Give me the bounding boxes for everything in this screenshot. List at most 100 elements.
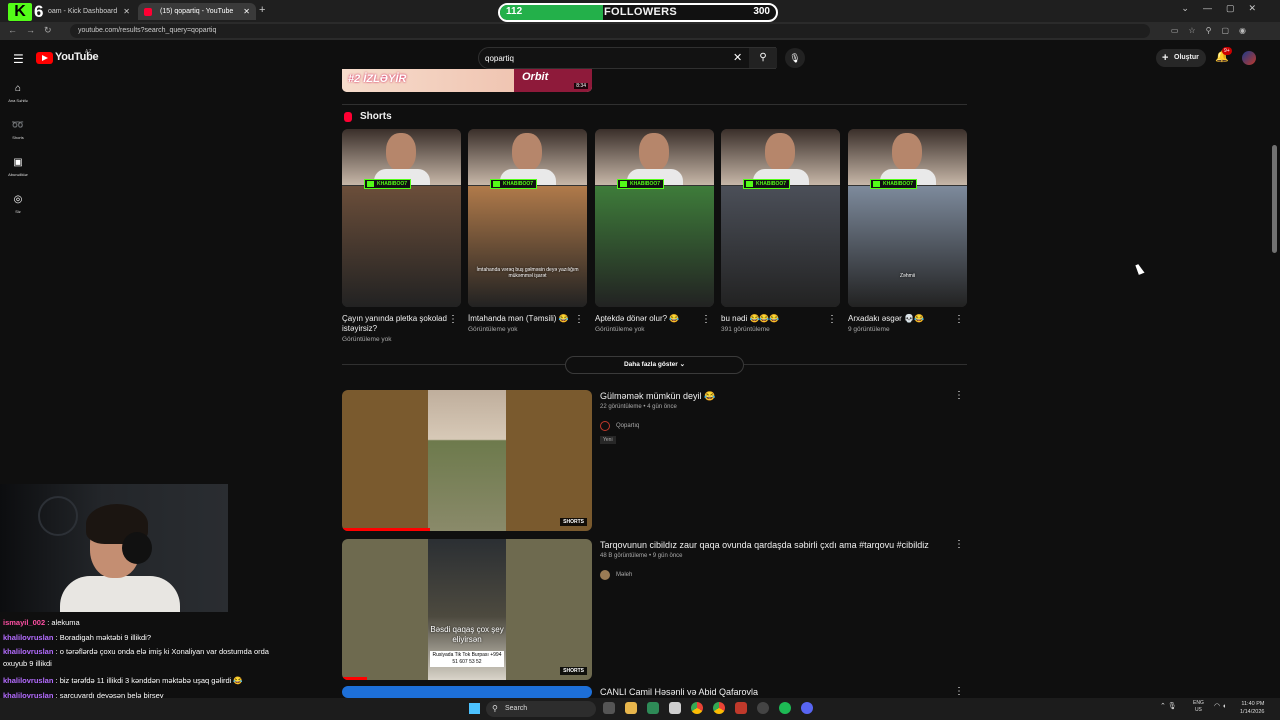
url-field[interactable]: youtube.com/results?search_query=qoparti…: [70, 24, 1150, 38]
tab-youtube[interactable]: (15) qopartiq - YouTube ✕: [138, 3, 256, 20]
show-more-label: Daha fazla göster: [623, 361, 678, 368]
channel-name: Məleh: [616, 572, 633, 578]
more-options-icon[interactable]: ⋮: [954, 686, 964, 697]
promo-box: Rusiyada Tik Tok Burpası +994 51 607 53 …: [430, 651, 504, 667]
channel-avatar: [600, 421, 610, 431]
clock-date: 1/14/2026: [1240, 709, 1265, 715]
short-scene: [595, 186, 714, 307]
more-options-icon[interactable]: ⋮: [954, 390, 964, 401]
close-tab-icon[interactable]: ✕: [243, 3, 250, 20]
short-title[interactable]: bu nədi 😂😂😂: [721, 314, 840, 324]
video-title[interactable]: Gülməmək mümkün deyil 😂: [600, 391, 715, 402]
spotify-icon[interactable]: [779, 702, 791, 714]
taskbar-search[interactable]: ⚲ Search: [486, 701, 596, 717]
forward-arrow-icon[interactable]: →: [26, 25, 35, 35]
streamer-shirt: [60, 576, 180, 612]
create-button[interactable]: + Oluştur: [1156, 49, 1206, 67]
channel-link[interactable]: Qopartıq: [600, 420, 639, 432]
short-card[interactable]: KHABIBOO7 Aptekdə dönər olur? 😂 Görüntül…: [595, 129, 714, 333]
video-thumbnail[interactable]: SHORTS: [342, 390, 592, 531]
new-badge: Yeni: [600, 436, 616, 444]
video-thumbnail[interactable]: Bəsdi qaqaş çox şey eliyirsən Rusiyada T…: [342, 539, 592, 680]
windows-start-icon[interactable]: [469, 703, 480, 714]
sidebar-item-home[interactable]: ⌂ Ana Səhifə: [0, 82, 36, 103]
more-options-icon[interactable]: ⋮: [954, 539, 964, 550]
short-card[interactable]: KHABIBOO7 bu nədi 😂😂😂 391 görüntüleme ⋮: [721, 129, 840, 333]
more-options-icon[interactable]: ⋮: [827, 314, 837, 325]
search-button[interactable]: ⚲: [749, 48, 777, 68]
account-avatar[interactable]: [1242, 51, 1256, 65]
obs-icon[interactable]: [757, 702, 769, 714]
youtube-logo-text[interactable]: YouTube: [55, 51, 99, 63]
streamer-frame: [595, 129, 714, 185]
more-options-icon[interactable]: ⋮: [448, 314, 458, 325]
app-icon[interactable]: [735, 702, 747, 714]
extension-icons[interactable]: ▭☆⚲▢◉: [1171, 26, 1256, 35]
video-title[interactable]: CANLI Camil Həsənli və Abid Qafarovla: [600, 687, 758, 697]
page-scrollbar[interactable]: [1272, 145, 1277, 253]
short-thumbnail[interactable]: KHABIBOO7: [595, 129, 714, 307]
short-title[interactable]: İmtahanda mən (Təmsili) 😂: [468, 314, 587, 324]
video-meta: 22 görüntüleme • 4 gün önce: [600, 404, 677, 410]
microphone-icon[interactable]: 🎙: [785, 48, 805, 68]
short-card[interactable]: KHABIBOO7 İmtahanda vərəq buş gəlməsin d…: [468, 129, 587, 333]
more-options-icon[interactable]: ⋮: [574, 314, 584, 325]
short-views: Görüntüleme yok: [342, 336, 392, 343]
short-title[interactable]: Aptekdə dönər olur? 😂: [595, 314, 714, 324]
shorts-heading-text: Shorts: [360, 111, 392, 122]
youtube-logo-icon[interactable]: [36, 52, 53, 64]
short-title[interactable]: Çayın yanında pletka şokolad istəyirsiz?: [342, 314, 461, 334]
duration-badge: 8:34: [574, 83, 588, 89]
channel-link[interactable]: Məleh: [600, 569, 632, 581]
video-title[interactable]: Tarqovunun cibildız zaur qaqa ovunda qar…: [600, 540, 929, 550]
show-more-button[interactable]: Daha fazla göster ⌄: [565, 356, 744, 374]
short-thumbnail[interactable]: KHABIBOO7 Zəhmii: [848, 129, 967, 307]
sidebar-item-subscriptions[interactable]: ▣ Abunəliklər: [0, 156, 36, 177]
search-label: Search: [505, 705, 528, 712]
watch-progress: [342, 677, 367, 680]
short-card[interactable]: KHABIBOO7 Çayın yanında pletka şokolad i…: [342, 129, 461, 343]
short-card[interactable]: KHABIBOO7 Zəhmii Arxadakı əsgər 💀😂 9 gör…: [848, 129, 967, 333]
short-thumbnail[interactable]: KHABIBOO7: [721, 129, 840, 307]
chat-text: : biz tərəfdə 11 illikdi 3 kənddən məktə…: [53, 676, 243, 685]
back-arrow-icon[interactable]: ←: [8, 25, 17, 35]
more-options-icon[interactable]: ⋮: [701, 314, 711, 325]
short-views: Görüntüleme yok: [468, 326, 518, 333]
more-options-icon[interactable]: ⋮: [954, 314, 964, 325]
chat-text: : Boradigah məktəbi 9 illikdi?: [53, 632, 151, 642]
taskbar-clock[interactable]: 11:40 PM 1/14/2026: [1240, 700, 1264, 716]
file-explorer-icon[interactable]: [625, 702, 637, 714]
sidebar-item-you[interactable]: ◎ Siz: [0, 193, 36, 214]
streamer-frame: [848, 129, 967, 185]
menu-icon[interactable]: ☰: [13, 52, 24, 66]
discord-icon[interactable]: [801, 702, 813, 714]
short-thumbnail[interactable]: KHABIBOO7: [342, 129, 461, 307]
new-tab-button[interactable]: +: [259, 4, 265, 16]
reload-icon[interactable]: ↻: [44, 25, 52, 36]
previous-video-thumbnail[interactable]: #2 İZLƏYİR Orbit 8:34: [342, 69, 592, 92]
video-result[interactable]: CANLI Camil Həsənli və Abid Qafarovla ⋮: [342, 686, 972, 698]
chrome-icon[interactable]: [713, 702, 725, 714]
divider: [744, 364, 967, 365]
short-thumbnail[interactable]: KHABIBOO7 İmtahanda vərəq buş gəlməsin d…: [468, 129, 587, 307]
app-icon[interactable]: [669, 702, 681, 714]
window-controls[interactable]: ⌄—▢✕: [1181, 3, 1270, 14]
short-title[interactable]: Arxadakı əsgər 💀😂: [848, 314, 967, 324]
face: [512, 133, 542, 171]
task-view-icon[interactable]: [603, 702, 615, 714]
input-language[interactable]: ENG US: [1193, 700, 1204, 714]
clock-time: 11:40 PM: [1241, 701, 1265, 707]
chat-username: ismayil_002: [3, 618, 46, 627]
short-scene: [848, 186, 967, 307]
mouse-cursor-icon: [1135, 263, 1145, 275]
chrome-icon[interactable]: [691, 702, 703, 714]
app-icon[interactable]: [647, 702, 659, 714]
chat-message: khalilovruslan : Boradigah məktəbi 9 ill…: [3, 632, 283, 644]
search-input[interactable]: [485, 51, 725, 65]
sidebar-item-shorts[interactable]: ➿ Shorts: [0, 119, 36, 140]
system-tray-icons[interactable]: ⌃ 🎙: [1160, 702, 1177, 710]
network-volume-icons[interactable]: ◠ ◖: [1214, 702, 1226, 710]
close-tab-icon[interactable]: ✕: [123, 3, 130, 20]
video-thumbnail[interactable]: [342, 686, 592, 698]
clear-search-icon[interactable]: ✕: [733, 51, 742, 64]
